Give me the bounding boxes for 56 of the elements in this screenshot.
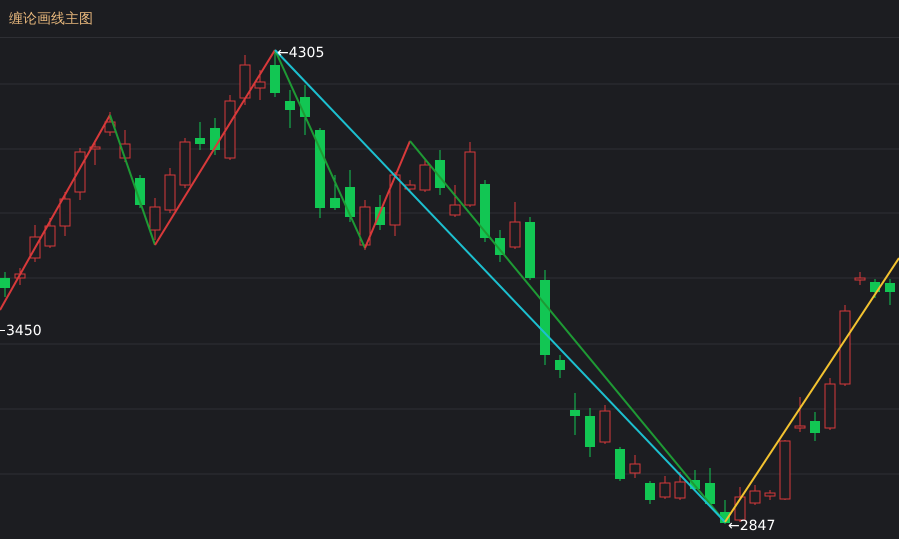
candlestick (74, 148, 86, 200)
candlestick (390, 172, 400, 236)
candlestick (600, 404, 610, 444)
candlestick (360, 200, 370, 250)
candlestick (60, 192, 70, 236)
candlestick (660, 476, 670, 500)
candlestick (285, 90, 295, 128)
candlestick (150, 198, 160, 240)
candlestick (570, 392, 580, 436)
candlestick (674, 472, 686, 500)
price-label: ←4305 (277, 45, 324, 61)
candlestick (705, 468, 715, 506)
candlestick (0, 272, 10, 298)
price-label: 3450 (6, 323, 42, 339)
candlestick (720, 500, 730, 524)
candlestick (854, 272, 866, 286)
candlestick (585, 408, 595, 458)
candlestick (764, 490, 776, 500)
candlestick (750, 484, 760, 506)
candlestick (180, 138, 190, 188)
chart-title: 缠论画线主图 (9, 10, 93, 28)
candlestick (480, 180, 490, 242)
candlestick (300, 84, 310, 136)
candlestick (525, 216, 535, 280)
candlestick (44, 218, 56, 248)
candlestick (615, 446, 625, 482)
candlestick (510, 202, 520, 250)
candlestick (464, 142, 476, 208)
candlestick (435, 150, 445, 196)
candlestick (645, 480, 655, 504)
candlestick (224, 94, 236, 160)
candlestick (14, 268, 26, 286)
candlestick (330, 174, 340, 210)
candlestick (495, 230, 505, 262)
candlestick (630, 454, 640, 478)
candlestick (195, 122, 205, 150)
candlestick (345, 170, 355, 222)
candlestick (870, 278, 880, 298)
candlestick (240, 54, 250, 106)
candlestick (404, 180, 416, 192)
candlestick (690, 470, 700, 492)
candlestick (810, 412, 820, 442)
candlestick (104, 112, 116, 136)
price-label: ←2847 (728, 518, 776, 534)
candlestick (210, 118, 220, 156)
candlestick (30, 224, 40, 262)
candlestick (885, 278, 895, 306)
candlestick (375, 194, 385, 230)
candlestick (450, 184, 460, 218)
candlestick (824, 378, 836, 430)
candlestick (254, 70, 266, 100)
candlestick (164, 168, 176, 214)
candlestick (420, 158, 430, 192)
candlestick (780, 440, 790, 500)
candlestick (555, 354, 565, 378)
candlestick (794, 396, 806, 432)
